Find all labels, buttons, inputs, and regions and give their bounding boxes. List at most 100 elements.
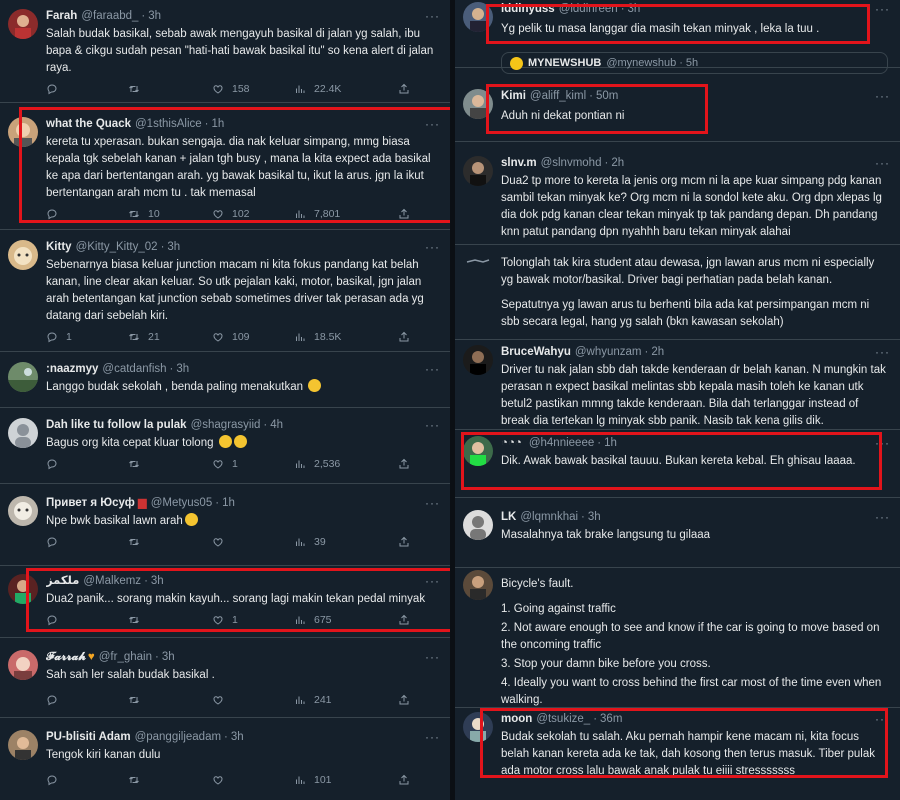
tweet-brucewahyu[interactable]: BruceWahyu @whyunzam · 2h ··· Driver tu nak… [455, 340, 900, 430]
retweet-button[interactable] [128, 83, 212, 95]
like-button[interactable] [212, 694, 294, 706]
retweet-icon [128, 331, 140, 343]
avatar[interactable] [8, 496, 38, 526]
tweet-farah[interactable]: Farah @faraabd_ · 3h ··· Salah budak basika… [0, 0, 450, 103]
views-button[interactable]: 18.5K [294, 331, 398, 343]
handle[interactable]: @catdanfish [102, 362, 166, 377]
timestamp[interactable]: 1h [222, 496, 235, 511]
share-button[interactable] [398, 331, 418, 343]
retweet-button[interactable] [128, 536, 212, 548]
tweet-lk[interactable]: LK @lqmnkhai · 3h ··· Masalahnya tak brake … [455, 506, 900, 568]
views-button[interactable]: 241 [294, 694, 398, 706]
reply-button[interactable]: 1 [46, 331, 128, 343]
display-name[interactable]: Farah [46, 9, 77, 24]
more-icon[interactable]: ··· [875, 345, 890, 359]
avatar[interactable] [8, 730, 38, 760]
timestamp[interactable]: 2h [611, 156, 624, 171]
avatar[interactable] [8, 418, 38, 448]
more-icon[interactable]: ··· [425, 730, 440, 744]
timestamp[interactable]: 3h [162, 650, 175, 665]
display-name[interactable]: 𝓕𝓪𝓻𝓻𝓪𝓱 [46, 650, 86, 665]
reply-icon [46, 694, 58, 706]
handle[interactable]: @lqmnkhai [520, 510, 578, 525]
handle[interactable]: @Metyus05 [151, 496, 213, 511]
like-button[interactable]: 109 [212, 331, 294, 343]
avatar[interactable] [8, 650, 38, 680]
timestamp[interactable]: 3h [588, 510, 601, 525]
more-icon[interactable]: ··· [425, 9, 440, 23]
share-button[interactable] [398, 536, 418, 548]
retweet-button[interactable] [128, 458, 212, 470]
like-button[interactable] [212, 536, 294, 548]
avatar[interactable] [8, 240, 38, 270]
avatar[interactable] [8, 362, 38, 392]
timestamp[interactable]: 2h [651, 345, 664, 360]
display-name[interactable]: PU-blisiti Adam [46, 730, 131, 745]
handle[interactable]: @faraabd_ [81, 9, 138, 24]
share-button[interactable] [398, 458, 418, 470]
tweet-slnvm[interactable]: slnv.m @slnvmohd · 2h ··· Dua2 tp more to k… [455, 150, 900, 245]
handle[interactable]: @whyunzam [575, 345, 642, 360]
handle[interactable]: @slnvmohd [541, 156, 602, 171]
share-button[interactable] [398, 694, 418, 706]
avatar[interactable] [8, 9, 38, 39]
tweet-shagrasyiid[interactable]: Dah like tu follow la pulak @shagrasyiid ·… [0, 408, 450, 484]
reply-button[interactable] [46, 774, 128, 786]
timestamp[interactable]: 3h [167, 240, 180, 255]
more-icon[interactable]: ··· [875, 510, 890, 524]
views-button[interactable]: 2,536 [294, 458, 398, 470]
more-icon[interactable]: ··· [425, 240, 440, 254]
handle[interactable]: @fr_ghain [99, 650, 152, 665]
display-name[interactable]: Kitty [46, 240, 72, 255]
display-name[interactable]: Привет я Юсуф [46, 496, 135, 511]
views-icon [294, 774, 306, 786]
timestamp[interactable]: 3h [148, 9, 161, 24]
reply-button[interactable] [46, 83, 128, 95]
more-icon[interactable]: ··· [425, 496, 440, 510]
handle[interactable]: @Kitty_Kitty_02 [76, 240, 158, 255]
views-button[interactable]: 101 [294, 774, 398, 786]
avatar[interactable] [463, 510, 493, 540]
timestamp[interactable]: 3h [231, 730, 244, 745]
quoted-tweet[interactable]: MYNEWSHUB @mynewshub · 5h [501, 52, 888, 74]
avatar[interactable] [463, 570, 493, 600]
more-icon[interactable]: ··· [875, 156, 890, 170]
display-name[interactable]: slnv.m [501, 156, 537, 171]
tweet-bicycle-fault[interactable]: Bicycle's fault. 1. Going against traffi… [455, 568, 900, 708]
more-icon[interactable]: ··· [425, 418, 440, 432]
avatar[interactable] [463, 345, 493, 375]
like-button[interactable]: 158 [212, 83, 294, 95]
views-button[interactable]: 22.4K [294, 83, 398, 95]
tweet-kitty[interactable]: Kitty @Kitty_Kitty_02 · 3h ··· Sebenarnya b… [0, 230, 450, 352]
handle[interactable]: @shagrasyiid [191, 418, 261, 433]
reply-button[interactable] [46, 458, 128, 470]
more-icon[interactable]: ··· [875, 2, 890, 16]
more-icon[interactable]: ··· [425, 650, 440, 664]
timestamp[interactable]: 4h [270, 418, 283, 433]
timestamp[interactable]: 3h [176, 362, 189, 377]
avatar[interactable] [463, 156, 493, 186]
display-name[interactable]: Dah like tu follow la pulak [46, 418, 187, 433]
reply-icon [46, 774, 58, 786]
more-icon[interactable]: ··· [425, 362, 440, 376]
like-button[interactable]: 1 [212, 458, 294, 470]
reply-button[interactable] [46, 536, 128, 548]
tweet-panggiljeadam[interactable]: PU-blisiti Adam @panggiljeadam · 3h ··· Ten… [0, 718, 450, 800]
tweet-metyus[interactable]: Привет я Юсуф ▆ @Metyus05 · 1h ··· Npe bwk b… [0, 484, 450, 566]
display-name[interactable]: BruceWahyu [501, 345, 571, 360]
retweet-button[interactable] [128, 694, 212, 706]
display-name[interactable]: :naazmyy [46, 362, 98, 377]
retweet-button[interactable]: 21 [128, 331, 212, 343]
tweet-naazmyy[interactable]: :naazmyy @catdanfish · 3h ··· Langgo budak … [0, 352, 450, 408]
share-button[interactable] [398, 83, 418, 95]
display-name[interactable]: LK [501, 510, 516, 525]
tweet-unnamed[interactable]: Tolonglah tak kira student atau dewasa, … [455, 245, 900, 340]
reply-button[interactable] [46, 694, 128, 706]
tweet-fr-ghain[interactable]: 𝓕𝓪𝓻𝓻𝓪𝓱 ♥ @fr_ghain · 3h ··· Sah sah ler sala… [0, 638, 450, 718]
more-icon[interactable]: ··· [875, 89, 890, 103]
retweet-button[interactable] [128, 774, 212, 786]
like-button[interactable] [212, 774, 294, 786]
share-button[interactable] [398, 774, 418, 786]
views-button[interactable]: 39 [294, 536, 398, 548]
handle[interactable]: @panggiljeadam [135, 730, 221, 745]
